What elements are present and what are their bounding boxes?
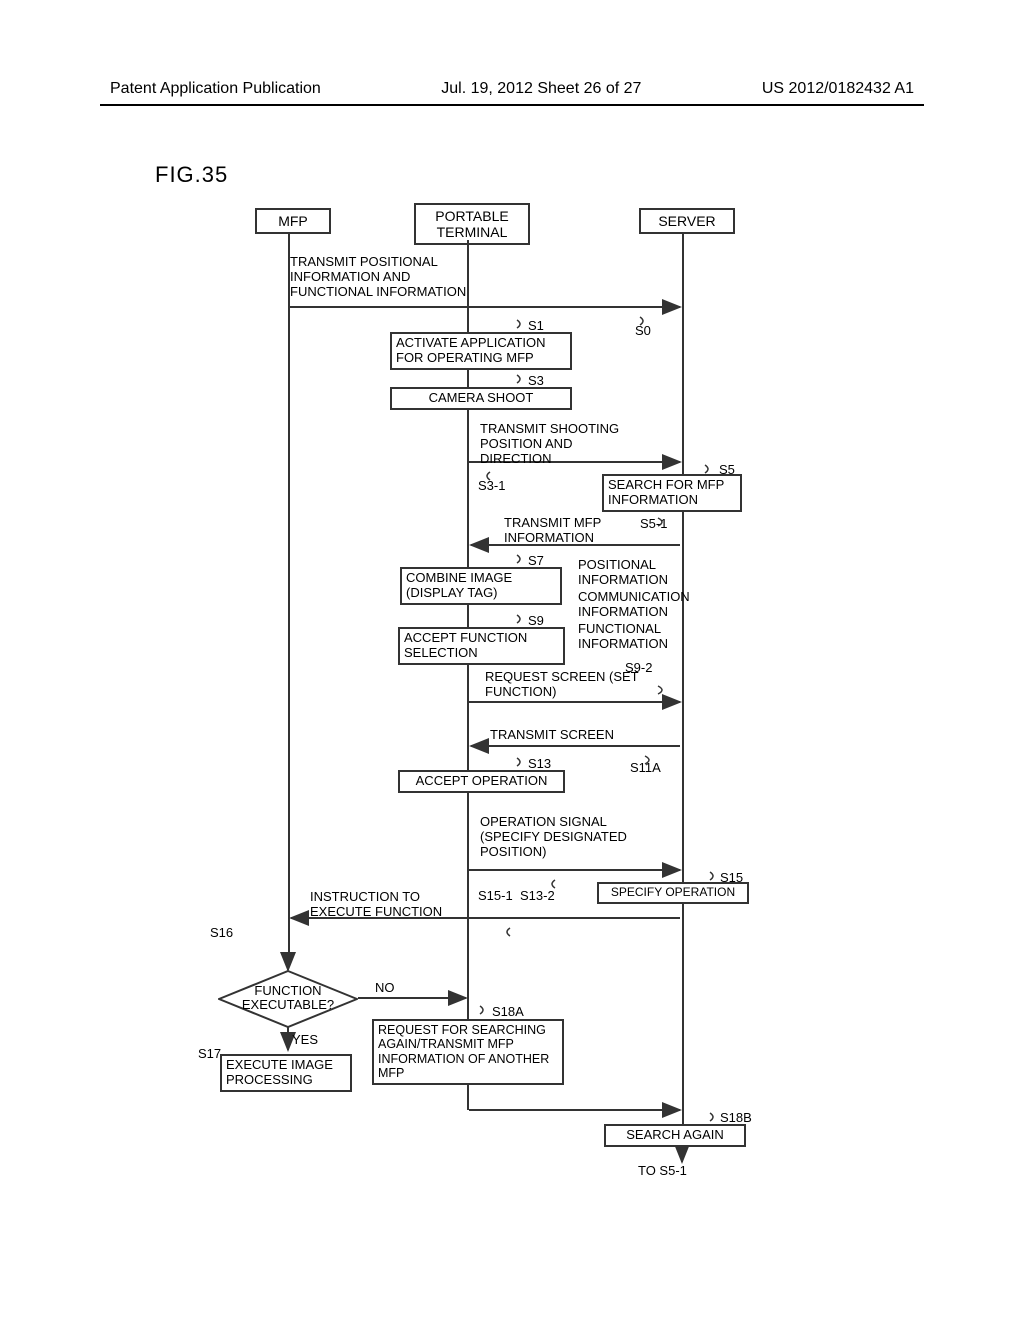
step-s15-1: S15-1 [478,888,513,903]
label-transmit-screen: TRANSMIT SCREEN [490,728,650,743]
box-search-again: SEARCH AGAIN [604,1124,746,1147]
box-execute-image: EXECUTE IMAGE PROCESSING [220,1054,352,1092]
box-activate-app: ACTIVATE APPLICATION FOR OPERATING MFP [390,332,572,370]
sequence-diagram: MFP PORTABLE TERMINAL SERVER [180,200,880,1200]
step-s7: S7 [528,553,544,568]
step-s13-2: S13-2 [520,888,555,903]
step-s3-1: S3-1 [478,478,505,493]
step-s18a: S18A [492,1004,524,1019]
step-s3: S3 [528,373,544,388]
page-header: Patent Application Publication Jul. 19, … [0,80,1024,98]
header-right: US 2012/0182432 A1 [762,80,914,98]
step-s0: S0 [635,323,651,338]
box-combine-image: COMBINE IMAGE (DISPLAY TAG) [400,567,562,605]
step-s9-2: S9-2 [625,660,652,675]
label-info-positional: POSITIONAL INFORMATION [578,558,698,588]
header-left: Patent Application Publication [110,80,321,98]
step-s1: S1 [528,318,544,333]
label-transmit-shoot: TRANSMIT SHOOTING POSITION AND DIRECTION [480,422,640,467]
step-s13: S13 [528,756,551,771]
decision-text: FUNCTION EXECUTABLE? [218,984,358,1013]
step-s5-1: S5-1 [640,516,667,531]
box-search-mfp: SEARCH FOR MFP INFORMATION [602,474,742,512]
label-yes: YES [292,1032,318,1047]
box-specify-operation: SPECIFY OPERATION [597,882,749,904]
label-info-communication: COMMUNICATION INFORMATION [578,590,698,620]
label-transmit-mfp-info: TRANSMIT MFP INFORMATION [504,516,634,546]
label-operation-signal: OPERATION SIGNAL (SPECIFY DESIGNATED POS… [480,815,650,860]
label-to-s51: TO S5-1 [638,1164,687,1179]
label-instruction-execute: INSTRUCTION TO EXECUTE FUNCTION [310,890,460,920]
step-s9: S9 [528,613,544,628]
label-transmit-pos-func: TRANSMIT POSITIONAL INFORMATION AND FUNC… [290,255,470,300]
box-camera-shoot: CAMERA SHOOT [390,387,572,410]
step-s11a: S11A [630,760,661,775]
box-accept-function: ACCEPT FUNCTION SELECTION [398,627,565,665]
step-s17: S17 [198,1046,221,1061]
step-s16: S16 [210,925,233,940]
box-accept-operation: ACCEPT OPERATION [398,770,565,793]
figure-label: FIG.35 [155,162,228,188]
header-center: Jul. 19, 2012 Sheet 26 of 27 [441,80,641,98]
decision-function-executable: FUNCTION EXECUTABLE? [218,970,358,1025]
box-request-search-again: REQUEST FOR SEARCHING AGAIN/TRANSMIT MFP… [372,1019,564,1085]
header-rule [100,104,924,106]
label-info-functional: FUNCTIONAL INFORMATION [578,622,698,652]
step-s18b: S18B [720,1110,752,1125]
label-request-screen: REQUEST SCREEN (SET FUNCTION) [485,670,645,700]
label-no: NO [375,980,395,995]
